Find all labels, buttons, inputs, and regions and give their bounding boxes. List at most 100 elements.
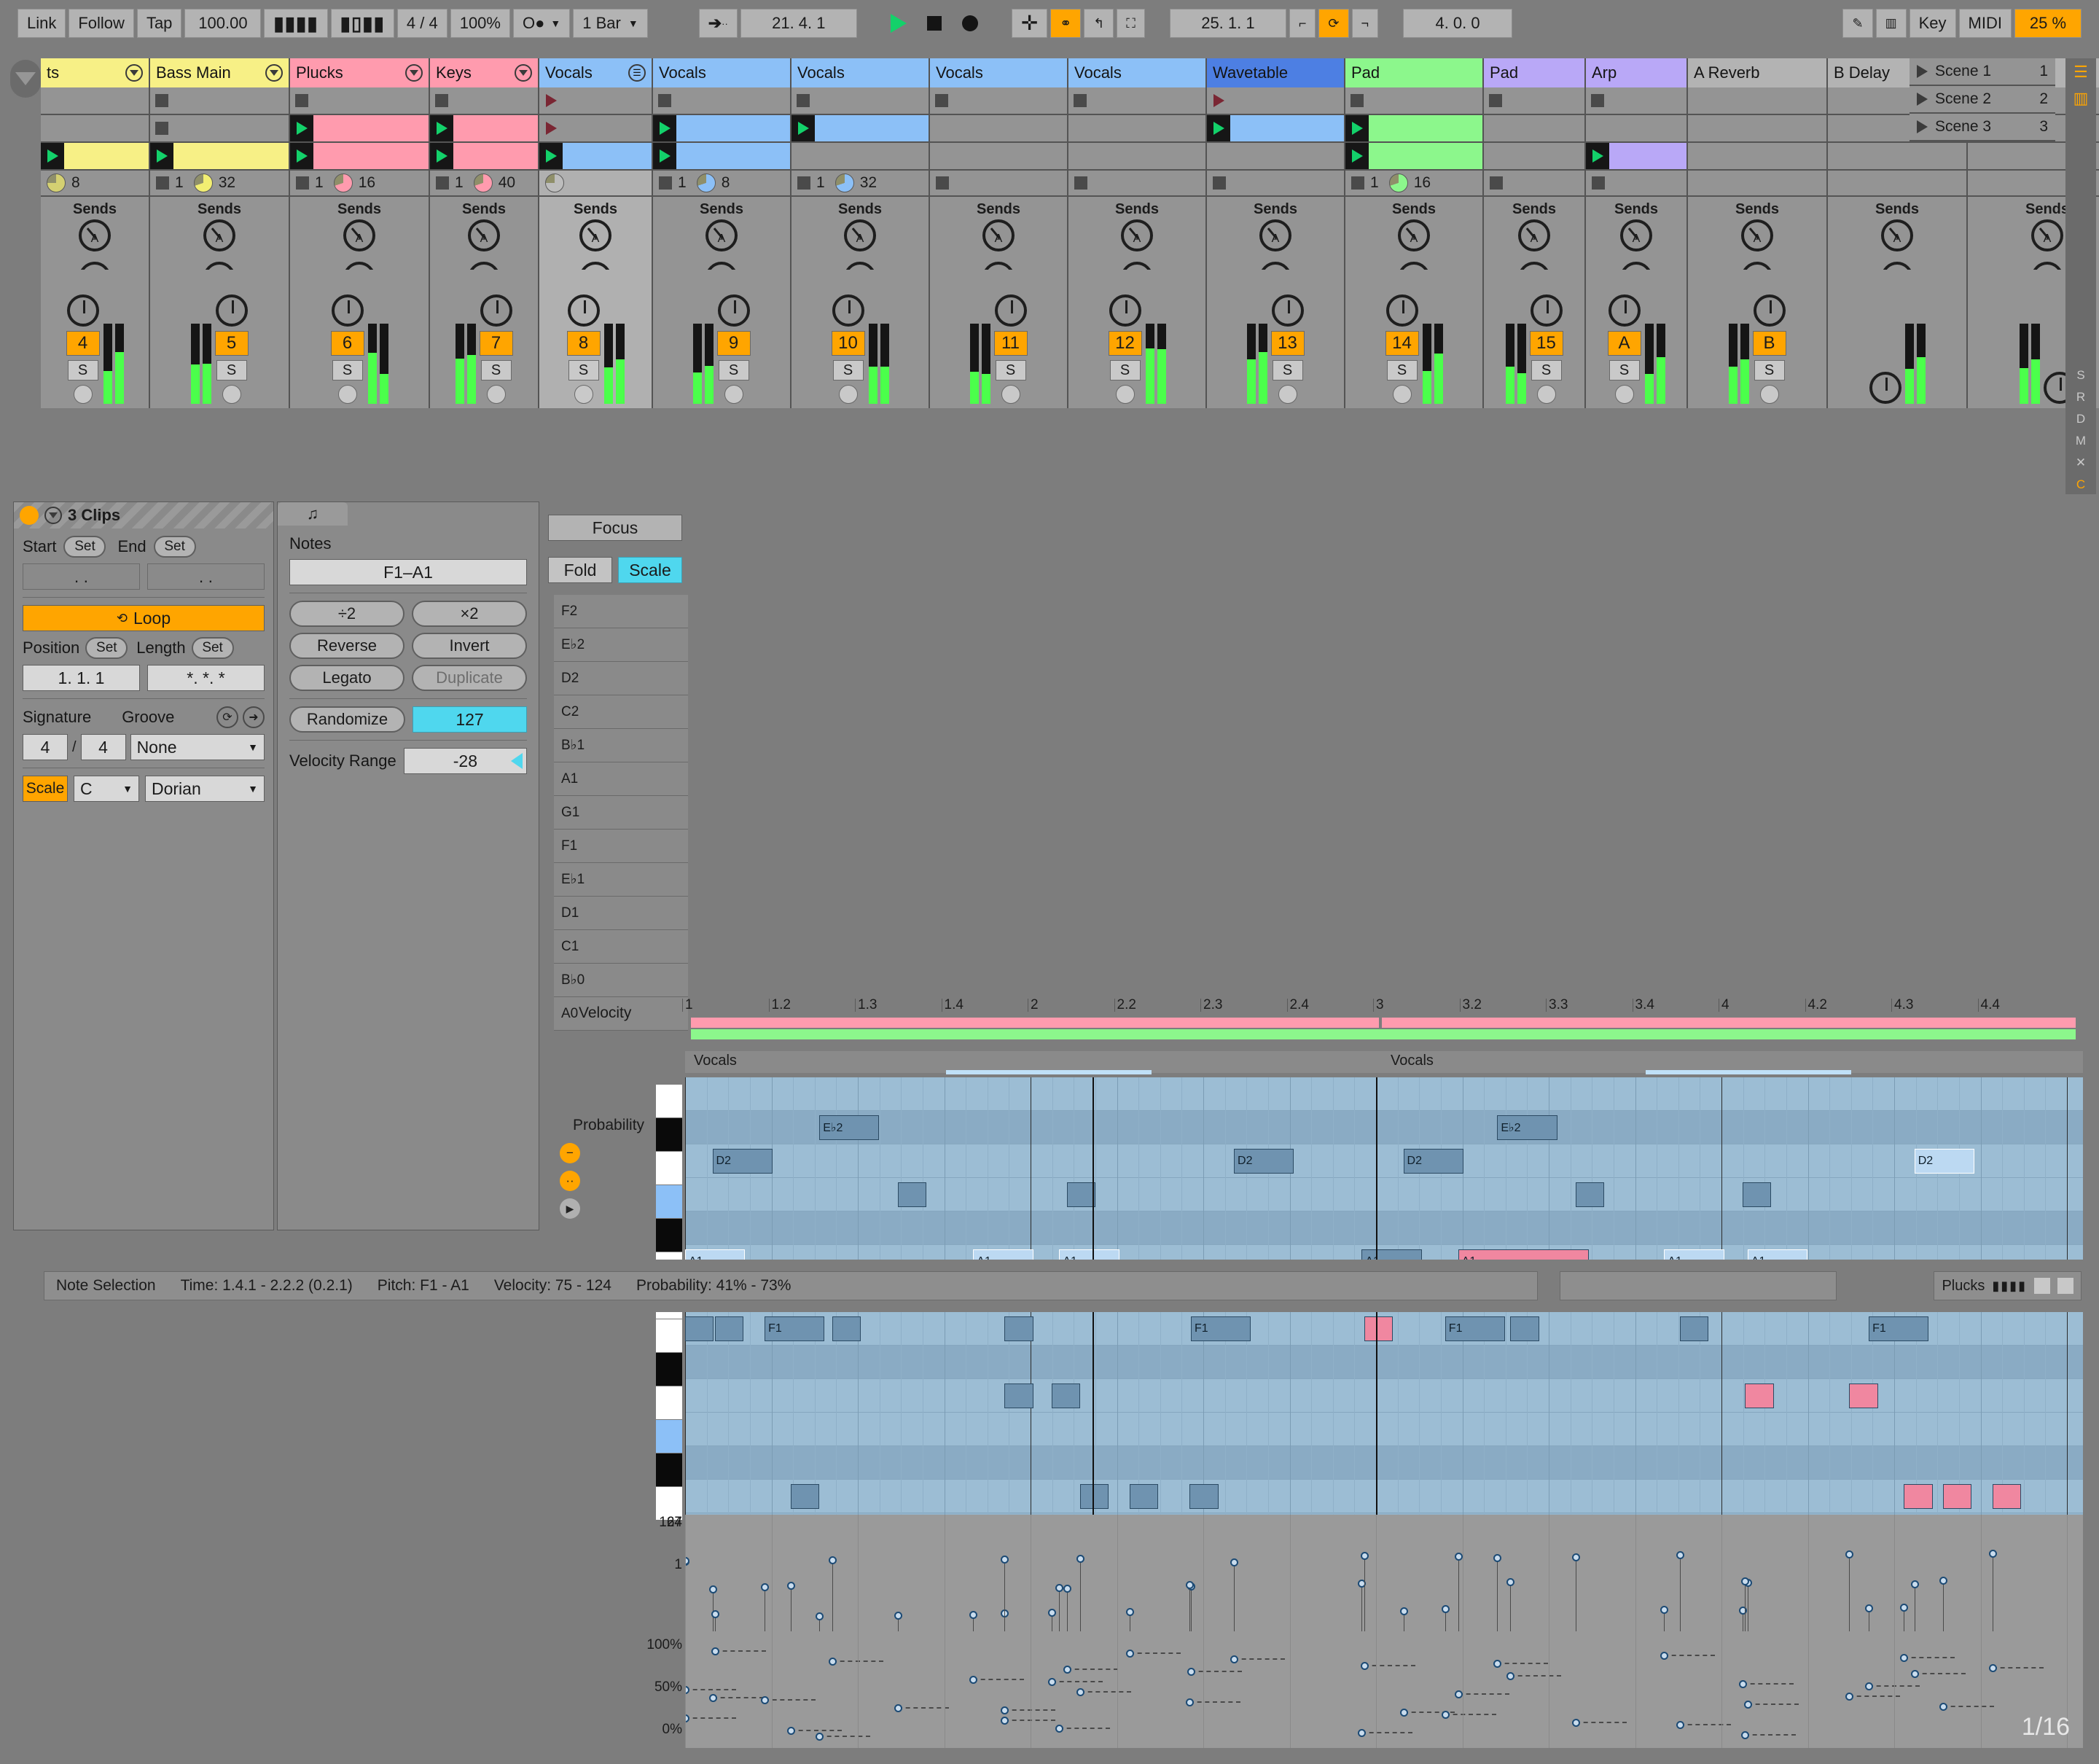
legato-button[interactable]: Legato [289, 665, 404, 691]
scale-toggle-button[interactable]: Scale [23, 776, 68, 802]
probability-handle[interactable] [1361, 1662, 1369, 1670]
midi-note[interactable]: E♭2 [819, 1115, 879, 1140]
clip-stop-cell[interactable] [1828, 171, 1968, 197]
lane-remove-icon[interactable]: ·· [560, 1171, 580, 1191]
clip-slot[interactable] [1586, 143, 1688, 171]
arm-button[interactable] [1615, 385, 1634, 404]
scene-launch-icon[interactable] [1917, 65, 1928, 78]
clip-stop-cell[interactable]: 8 [41, 171, 150, 197]
clip-stop-icon[interactable] [1074, 94, 1087, 107]
solo-button[interactable]: S [1110, 360, 1141, 380]
launch-button[interactable] [791, 115, 815, 141]
clip-slot[interactable] [1484, 143, 1586, 171]
clip-slot[interactable] [41, 143, 150, 171]
clip-slot[interactable] [1688, 143, 1828, 171]
midi-note[interactable] [1364, 1316, 1393, 1341]
velocity-handle[interactable] [1076, 1555, 1084, 1563]
velocity-handle[interactable] [1506, 1578, 1514, 1586]
probability-handle[interactable] [894, 1704, 902, 1712]
piano-key-Bb1[interactable] [656, 1219, 682, 1252]
clip-slot[interactable] [539, 143, 653, 171]
probability-handle[interactable] [1572, 1719, 1580, 1727]
clip-slot[interactable] [150, 143, 290, 171]
empty-slot[interactable] [1688, 115, 1711, 141]
clip-stop-cell[interactable] [1484, 171, 1586, 197]
empty-slot[interactable] [1207, 143, 1230, 169]
midi-note[interactable] [898, 1182, 926, 1207]
key-label-G1[interactable]: G1 [554, 796, 688, 830]
clip-slot[interactable] [1345, 87, 1484, 115]
send-a-knob[interactable]: A [1398, 219, 1430, 251]
track-header-1[interactable]: Bass Main [150, 58, 290, 87]
punch-out-marker-icon[interactable]: ¬ [1352, 9, 1379, 38]
clip-slot[interactable] [930, 143, 1068, 171]
follow-button[interactable]: Follow [69, 9, 134, 38]
clip-quantize-pie-icon[interactable] [474, 173, 493, 192]
tempo-field[interactable]: 100.00 [184, 9, 261, 38]
arm-button[interactable] [222, 385, 241, 404]
stop-button[interactable] [918, 9, 950, 38]
probability-handle[interactable] [1911, 1670, 1919, 1678]
track-header-0[interactable]: ts [41, 58, 150, 87]
send-a-knob[interactable]: A [79, 219, 111, 251]
midi-note[interactable] [1510, 1316, 1539, 1341]
clip-slot[interactable] [653, 115, 791, 143]
track-number[interactable]: 11 [994, 331, 1028, 356]
computer-midi-keyboard-icon[interactable]: ▥ [1876, 9, 1907, 38]
launch-button[interactable] [653, 115, 676, 141]
velocity-handle[interactable] [1660, 1606, 1668, 1614]
launch-button[interactable] [1207, 115, 1230, 141]
arm-button[interactable] [1116, 385, 1135, 404]
clip-stop-cell[interactable]: 1 40 [430, 171, 539, 197]
clip-slot[interactable] [1688, 115, 1828, 143]
empty-slot[interactable] [1068, 143, 1092, 169]
scene-row-1[interactable]: Scene 11 [1910, 58, 2055, 86]
midi-note[interactable] [1849, 1384, 1877, 1408]
velocity-handle[interactable] [1845, 1550, 1853, 1558]
solo-button[interactable]: S [568, 360, 599, 380]
clip-play-icon[interactable] [47, 149, 58, 163]
punch-in-icon[interactable]: ➔ ·· [699, 9, 738, 38]
key-label-Eb1[interactable]: E♭1 [554, 863, 688, 897]
clip-slot[interactable] [653, 87, 791, 115]
send-a-knob[interactable]: A [1121, 219, 1153, 251]
midi-note[interactable] [1080, 1484, 1109, 1509]
velocity-handle[interactable] [1911, 1580, 1919, 1588]
piano-key-Eb2[interactable] [656, 1118, 682, 1152]
clip-slot[interactable] [1068, 143, 1207, 171]
randomize-amount-field[interactable]: 127 [413, 706, 527, 733]
solo-button[interactable]: S [1754, 360, 1785, 380]
midi-note[interactable] [1004, 1316, 1033, 1341]
probability-handle[interactable] [816, 1733, 824, 1741]
clip-play-icon[interactable] [660, 122, 671, 135]
track-number[interactable]: A [1608, 331, 1641, 356]
clip-stop-cell[interactable]: 1 32 [791, 171, 930, 197]
arm-button[interactable] [1760, 385, 1779, 404]
probability-handle[interactable] [1001, 1717, 1009, 1725]
solo-button[interactable]: S [332, 360, 363, 380]
track-number[interactable]: 15 [1530, 331, 1563, 356]
pan-knob[interactable] [995, 294, 1027, 327]
notes-tab[interactable]: ♫ [278, 502, 348, 526]
length-value-field[interactable]: *. *. * [147, 665, 265, 691]
track-number[interactable]: 4 [66, 331, 100, 356]
metronome-alt-icon[interactable]: ▮▯▮▮ [331, 9, 394, 38]
launch-button[interactable] [290, 143, 313, 169]
clip-quantize-pie-icon[interactable] [334, 173, 353, 192]
track-number[interactable]: 14 [1385, 331, 1419, 356]
clip-play-icon[interactable] [546, 122, 557, 135]
clip-quantize-pie-icon[interactable] [47, 173, 66, 192]
send-a-knob[interactable]: A [1881, 219, 1913, 251]
clip-play-icon[interactable] [1352, 122, 1363, 135]
key-label-C1[interactable]: C1 [554, 930, 688, 964]
loop-toggle-icon[interactable]: ⟳ [1318, 9, 1348, 38]
key-label-C2[interactable]: C2 [554, 695, 688, 729]
empty-slot[interactable] [1688, 87, 1711, 114]
velocity-handle[interactable] [1126, 1608, 1134, 1616]
probability-handle[interactable] [1660, 1652, 1668, 1660]
clip-slot[interactable] [791, 143, 930, 171]
piano-key-C1[interactable] [656, 1420, 682, 1453]
probability-handle[interactable] [787, 1727, 795, 1735]
send-a-knob[interactable]: A [1620, 219, 1652, 251]
scene-row-3[interactable]: Scene 33 [1910, 114, 2055, 141]
